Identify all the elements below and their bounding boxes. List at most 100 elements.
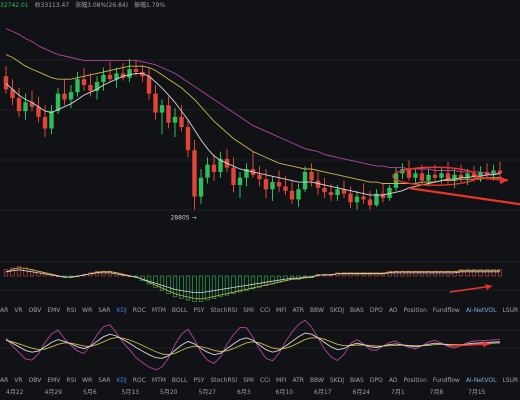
indicator-tab-atr[interactable]: ATR [292,376,303,386]
indicator-tab-vr[interactable]: VR [14,376,22,386]
candle-body [426,174,431,181]
indicator-tab-ar[interactable]: AR [0,306,8,316]
date-label: 6月3 [237,389,251,396]
date-label: 4月22 [6,389,24,396]
candle-body [198,177,204,197]
annotation-arrow-secondary [409,187,520,206]
candle-body [309,171,314,181]
candle-body [276,182,282,187]
candle-body [322,187,327,193]
candle-body [62,93,67,100]
date-label: 4月29 [44,389,62,396]
macd-bar [218,275,223,298]
date-label: 7月15 [468,389,486,396]
indicator-tab-mtm[interactable]: MTM [152,306,166,316]
candle-body [289,190,295,200]
indicator-tab-kdj[interactable]: KDJ [116,306,126,316]
candle-body [81,79,87,85]
candle-body [328,192,334,196]
indicator-tab-boll[interactable]: BOLL [172,376,187,386]
indicator-tab-emv[interactable]: EMV [47,376,60,386]
indicator-tab-ao[interactable]: AO [389,306,398,316]
indicator-tab-position[interactable]: Position [404,376,427,386]
candle-body [101,74,106,83]
indicator-tab-cci[interactable]: CCI [260,306,270,316]
indicator-tab-bbw[interactable]: BBW [310,376,324,386]
candle-body [159,105,165,113]
indicator-tab-atr[interactable]: ATR [292,306,303,316]
indicator-tab-ai-netvol[interactable]: AI-NetVOL [466,306,497,316]
candle-body [413,173,418,178]
indicator-tab-psy[interactable]: PSY [193,376,204,386]
indicator-tab-rsi[interactable]: RSI [66,306,76,316]
indicator-tab-position[interactable]: Position [404,306,427,316]
date-label: 6月17 [314,389,332,396]
indicator-tab-lsur[interactable]: LSUR [502,306,518,316]
candle-body [296,189,301,200]
candle-body [127,69,132,78]
indicator-tab-stochrsi[interactable]: StochRSI [210,306,237,316]
candle-body [348,193,353,203]
indicator-tab-smi[interactable]: SMI [243,306,254,316]
indicator-tab-fundflow[interactable]: Fundflow [433,376,460,386]
candle-body [3,76,9,90]
indicator-tab-smi[interactable]: SMI [243,376,254,386]
candle-body [68,92,74,100]
macd-plot [3,266,503,302]
indicator-tab-ao[interactable]: AO [389,376,398,386]
indicator-tab-fundflow[interactable]: Fundflow [433,306,460,316]
macd-bar [231,275,236,294]
indicator-tab-obv[interactable]: OBV [29,306,42,316]
macd-bar [263,275,269,286]
kdj-plot [5,319,501,371]
indicator-tab-roc[interactable]: ROC [133,376,146,386]
indicator-tab-mfi[interactable]: MFI [276,376,286,386]
macd-bar [276,275,282,283]
indicator-tab-boll[interactable]: BOLL [172,306,187,316]
candle-body [439,173,444,178]
candle-body [75,79,80,93]
candle-body [406,169,412,178]
indicator-tab-ar[interactable]: AR [0,376,8,386]
indicator-tab-cci[interactable]: CCI [260,376,270,386]
macd-bar [289,275,295,280]
candle-body [166,105,171,123]
indicator-tab-emv[interactable]: EMV [47,306,60,316]
candle-body [179,116,184,127]
annotation-arrowhead-main [500,176,508,185]
candle-body [211,164,217,172]
indicator-tab-skdj[interactable]: SKDJ [330,306,344,316]
indicator-tab-sar[interactable]: SAR [98,306,110,316]
indicator-tab-wr[interactable]: WR [82,306,92,316]
macd-bar [211,275,217,299]
indicator-tab-bias[interactable]: BIAS [350,376,364,386]
indicator-tab-skdj[interactable]: SKDJ [330,376,344,386]
indicator-tab-bias[interactable]: BIAS [350,306,364,316]
indicator-tab-wr[interactable]: WR [82,376,92,386]
candle-body [23,102,28,112]
indicator-tab-dpo[interactable]: DPO [370,376,383,386]
indicator-tab-obv[interactable]: OBV [29,376,42,386]
indicator-tab-ai-netvol[interactable]: AI-NetVOL [466,376,497,386]
indicator-tab-psy[interactable]: PSY [193,306,204,316]
candle-body [445,173,451,180]
indicator-tab-dpo[interactable]: DPO [370,306,383,316]
candle-body [133,69,139,72]
indicator-tab-mfi[interactable]: MFI [276,306,286,316]
indicator-tab-sar[interactable]: SAR [98,376,110,386]
candle-body [49,111,54,129]
indicator-tab-rsi[interactable]: RSI [66,376,76,386]
annotation-arrowhead-kdj [483,341,490,347]
candle-body [88,84,93,91]
indicator-tab-vr[interactable]: VR [14,306,22,316]
indicator-tab-bbw[interactable]: BBW [310,306,324,316]
candle-body [361,196,366,200]
indicator-tab-mtm[interactable]: MTM [152,376,166,386]
indicator-tab-lsur[interactable]: LSUR [502,376,518,386]
indicator-tab-bar-lower: AR VR OBV EMV RSI WR SAR KDJ ROC MTM BOLL PSY StochR… [0,376,520,386]
indicator-tab-roc[interactable]: ROC [133,306,146,316]
main-plot: 28805 → [3,28,503,222]
candle-body [237,177,243,185]
indicator-tab-kdj[interactable]: KDJ [116,376,126,386]
indicator-tab-stochrsi[interactable]: StochRSI [210,376,237,386]
